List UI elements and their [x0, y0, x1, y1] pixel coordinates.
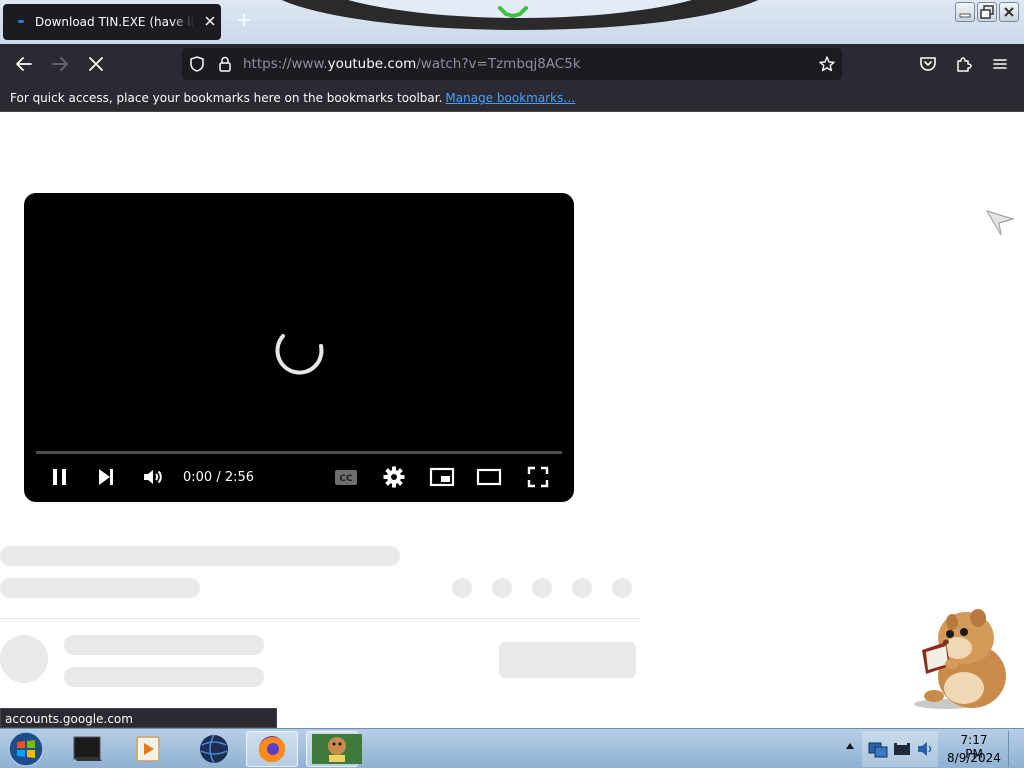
- tab-title: Download TIN.EXE (have link in: [35, 15, 195, 29]
- action-skeleton: [452, 578, 472, 598]
- next-button[interactable]: [94, 465, 118, 489]
- minimize-button[interactable]: [955, 2, 975, 22]
- link-status-bar: accounts.google.com: [0, 708, 277, 728]
- forward-button[interactable]: [48, 52, 72, 76]
- window-controls: [955, 2, 1021, 24]
- system-tray: 7:17 PM 8/9/2024: [840, 729, 1024, 769]
- tray-icons-area: [862, 731, 938, 767]
- tab-loading-icon: [18, 20, 24, 23]
- time-display: 0:00 / 2:56: [183, 470, 255, 485]
- url-path: /watch?v=Tzmbqj8AC5k: [416, 56, 581, 72]
- settings-gear-icon[interactable]: [382, 465, 406, 489]
- action-skeleton: [532, 578, 552, 598]
- terminal-app-icon[interactable]: [62, 731, 114, 767]
- app-menu-hamburger-icon[interactable]: [988, 52, 1012, 76]
- progress-bar[interactable]: [36, 451, 562, 454]
- show-hidden-icons-arrow-icon[interactable]: [846, 743, 854, 749]
- captions-cc-icon[interactable]: CC: [334, 465, 358, 489]
- clock-date[interactable]: 8/9/2024: [946, 751, 1002, 765]
- section-divider: [0, 618, 640, 619]
- video-player[interactable]: 0:00 / 2:56 CC: [24, 193, 574, 502]
- close-window-button[interactable]: [999, 2, 1019, 22]
- navigation-toolbar: https://www.youtube.com/watch?v=Tzmbqj8A…: [0, 44, 1024, 84]
- channel-meta-skeleton: [64, 667, 264, 687]
- loading-spinner-icon: [275, 334, 324, 375]
- action-skeleton: [612, 578, 632, 598]
- theme-green-glow-icon: [498, 6, 528, 18]
- avatar-skeleton: [0, 635, 48, 683]
- subtitle-skeleton: [0, 578, 200, 598]
- url-text[interactable]: https://www.youtube.com/watch?v=Tzmbqj8A…: [243, 56, 581, 72]
- action-skeleton: [572, 578, 592, 598]
- stop-loading-button[interactable]: [84, 52, 108, 76]
- show-desktop-button[interactable]: [1008, 731, 1023, 767]
- svg-text:CC: CC: [339, 474, 353, 484]
- url-domain: youtube.com: [327, 56, 417, 72]
- address-bar[interactable]: https://www.youtube.com/watch?v=Tzmbqj8A…: [182, 48, 842, 80]
- url-prefix: https://www.: [243, 56, 328, 72]
- bookmarks-hint: For quick access, place your bookmarks h…: [10, 91, 575, 105]
- miniplayer-icon[interactable]: [429, 465, 455, 489]
- theater-mode-icon[interactable]: [476, 465, 502, 489]
- restore-button[interactable]: [977, 2, 997, 22]
- fullscreen-icon[interactable]: [526, 465, 550, 489]
- media-player-app-icon[interactable]: [122, 731, 174, 767]
- network-icon[interactable]: [866, 737, 890, 761]
- taskbar: 7:17 PM 8/9/2024: [0, 728, 1024, 768]
- hamster-mascot: [914, 609, 1006, 709]
- title-bar: Download TIN.EXE (have link in: [0, 0, 1024, 44]
- tracking-protection-shield-icon[interactable]: [188, 55, 206, 73]
- volume-icon[interactable]: [141, 465, 165, 489]
- browser-tab[interactable]: Download TIN.EXE (have link in: [3, 4, 221, 40]
- lock-icon[interactable]: [216, 55, 234, 73]
- title-skeleton: [0, 546, 400, 566]
- send-arrow-icon: [985, 210, 1015, 236]
- extensions-puzzle-icon[interactable]: [952, 52, 976, 76]
- back-button[interactable]: [12, 52, 36, 76]
- tab-close-icon[interactable]: [202, 13, 218, 29]
- action-skeleton: [492, 578, 512, 598]
- bookmark-star-icon[interactable]: [818, 55, 836, 73]
- manage-bookmarks-link[interactable]: Manage bookmarks…: [445, 91, 575, 105]
- globe-app-icon[interactable]: [188, 731, 240, 767]
- firefox-app-icon[interactable]: [246, 731, 298, 767]
- channel-name-skeleton: [64, 635, 264, 655]
- speaker-icon[interactable]: [916, 739, 934, 759]
- bonzi-box-app-icon[interactable]: [306, 731, 362, 767]
- bookmarks-hint-text: For quick access, place your bookmarks h…: [10, 91, 443, 105]
- start-button[interactable]: [6, 730, 46, 768]
- bookmarks-toolbar: For quick access, place your bookmarks h…: [0, 84, 1024, 112]
- new-tab-button[interactable]: [236, 12, 252, 28]
- pause-button[interactable]: [48, 465, 72, 489]
- subscribe-button-skeleton: [499, 642, 636, 678]
- pocket-button[interactable]: [916, 52, 940, 76]
- status-url: accounts.google.com: [5, 712, 133, 726]
- printer-icon[interactable]: [892, 737, 912, 761]
